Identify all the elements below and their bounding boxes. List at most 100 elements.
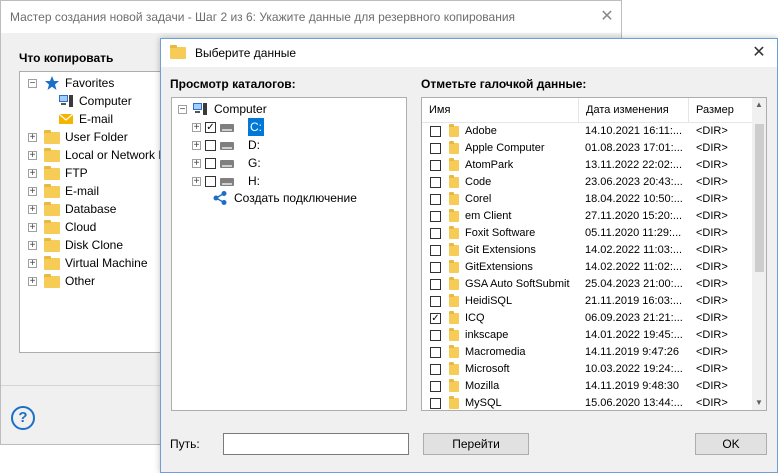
item-size: <DIR>: [696, 380, 728, 392]
scrollbar-thumb[interactable]: [755, 124, 764, 272]
folder-icon: [449, 124, 459, 137]
item-date: 23.06.2023 20:43:...: [585, 176, 683, 188]
create-connection-link[interactable]: Создать подключение: [234, 189, 357, 207]
column-modified[interactable]: Дата изменения: [579, 98, 689, 122]
source-tree-item[interactable]: Database: [65, 200, 116, 218]
source-tree-item[interactable]: Disk Clone: [65, 236, 123, 254]
item-checkbox[interactable]: [430, 160, 441, 171]
item-checkbox[interactable]: [430, 194, 441, 205]
list-item[interactable]: inkscape 14.01.2022 19:45:... <DIR>: [422, 327, 752, 344]
source-tree-item[interactable]: Other: [65, 272, 95, 290]
item-checkbox[interactable]: ✓: [430, 313, 441, 324]
item-checkbox[interactable]: [430, 211, 441, 222]
item-checkbox[interactable]: [430, 228, 441, 239]
item-size: <DIR>: [696, 159, 728, 171]
drive-checkbox[interactable]: [205, 176, 216, 187]
source-tree-item[interactable]: FTP: [65, 164, 88, 182]
directory-tree[interactable]: − Computer Создать подключение + ✓ C: + D: + G…: [171, 97, 407, 411]
list-item[interactable]: em Client 27.11.2020 15:20:... <DIR>: [422, 208, 752, 225]
help-icon[interactable]: ?: [11, 406, 35, 430]
expander-icon[interactable]: −: [28, 79, 37, 89]
drive-item[interactable]: G:: [248, 154, 261, 172]
drive-checkbox[interactable]: [205, 140, 216, 151]
list-item[interactable]: Adobe 14.10.2021 16:11:... <DIR>: [422, 123, 752, 140]
expander-icon[interactable]: +: [192, 123, 201, 133]
what-to-copy-label: Что копировать: [19, 51, 114, 65]
item-name: Mozilla: [465, 380, 500, 392]
list-item[interactable]: Foxit Software 05.11.2020 11:29:... <DIR>: [422, 225, 752, 242]
item-checkbox[interactable]: [430, 177, 441, 188]
collapse-icon[interactable]: −: [178, 105, 187, 115]
item-date: 14.11.2019 9:48:30: [585, 380, 679, 392]
list-item[interactable]: Corel 18.04.2022 10:50:... <DIR>: [422, 191, 752, 208]
source-tree-item[interactable]: Cloud: [65, 218, 96, 236]
dialog-titlebar: Выберите данные ✕: [161, 39, 777, 67]
expander-icon[interactable]: +: [192, 159, 201, 169]
source-tree-item[interactable]: E-mail: [79, 110, 113, 128]
tree-root-computer[interactable]: Computer: [214, 100, 267, 118]
expander-icon[interactable]: +: [192, 177, 201, 187]
expander-icon[interactable]: +: [28, 241, 37, 251]
ok-button[interactable]: OK: [695, 433, 767, 455]
list-item[interactable]: GSA Auto SoftSubmit 25.04.2023 21:00:... <…: [422, 276, 752, 293]
drive-checkbox[interactable]: [205, 158, 216, 169]
list-item[interactable]: ✓ ICQ 06.09.2023 21:21:... <DIR>: [422, 310, 752, 327]
expander-icon[interactable]: +: [28, 133, 37, 143]
expander-icon[interactable]: +: [28, 169, 37, 179]
expander-icon[interactable]: +: [192, 141, 201, 151]
source-tree-item[interactable]: User Folder: [65, 128, 128, 146]
source-tree[interactable]: − Favorites Computer E-mail + User Folder + Loc…: [19, 71, 163, 353]
scroll-up-icon[interactable]: ▲: [752, 98, 766, 112]
item-checkbox[interactable]: [430, 364, 441, 375]
item-checkbox[interactable]: [430, 143, 441, 154]
list-item[interactable]: Mozilla 14.11.2019 9:48:30 <DIR>: [422, 378, 752, 395]
column-name[interactable]: Имя: [422, 98, 579, 122]
file-list[interactable]: Имя Дата изменения Размер Adobe 14.10.202…: [421, 97, 767, 411]
dialog-close-icon[interactable]: ✕: [749, 43, 769, 63]
source-tree-item[interactable]: Favorites: [65, 74, 114, 92]
list-item[interactable]: Git Extensions 14.02.2022 11:03:... <DIR>: [422, 242, 752, 259]
item-checkbox[interactable]: [430, 245, 441, 256]
item-date: 05.11.2020 11:29:...: [585, 227, 682, 239]
item-checkbox[interactable]: [430, 262, 441, 273]
column-size[interactable]: Размер: [689, 98, 752, 122]
item-checkbox[interactable]: [430, 347, 441, 358]
go-button[interactable]: Перейти: [423, 433, 529, 455]
list-item[interactable]: Macromedia 14.11.2019 9:47:26 <DIR>: [422, 344, 752, 361]
expander-icon[interactable]: +: [28, 151, 37, 161]
expander-icon[interactable]: +: [28, 205, 37, 215]
folder-icon: [44, 220, 60, 234]
item-checkbox[interactable]: [430, 126, 441, 137]
wizard-title: Мастер создания новой задачи - Шаг 2 из …: [10, 10, 516, 24]
wizard-close-icon[interactable]: ✕: [597, 7, 617, 27]
item-checkbox[interactable]: [430, 381, 441, 392]
source-tree-item[interactable]: Virtual Machine: [65, 254, 148, 272]
expander-icon[interactable]: +: [28, 187, 37, 197]
list-item[interactable]: Apple Computer 01.08.2023 17:01:... <DIR>: [422, 140, 752, 157]
source-tree-item[interactable]: E-mail: [65, 182, 99, 200]
list-item[interactable]: GitExtensions 14.02.2022 11:02:... <DIR>: [422, 259, 752, 276]
list-item[interactable]: Microsoft 10.03.2022 19:24:... <DIR>: [422, 361, 752, 378]
expander-icon[interactable]: +: [28, 277, 37, 287]
list-item[interactable]: AtomPark 13.11.2022 22:02:... <DIR>: [422, 157, 752, 174]
list-item[interactable]: Code 23.06.2023 20:43:... <DIR>: [422, 174, 752, 191]
drive-item[interactable]: C:: [248, 118, 264, 136]
item-checkbox[interactable]: [430, 279, 441, 290]
expander-icon[interactable]: +: [28, 223, 37, 233]
item-date: 25.04.2023 21:00:...: [585, 278, 683, 290]
expander-icon[interactable]: +: [28, 259, 37, 269]
item-date: 18.04.2022 10:50:...: [585, 193, 683, 205]
item-checkbox[interactable]: [430, 330, 441, 341]
item-checkbox[interactable]: [430, 296, 441, 307]
item-name: Corel: [465, 193, 492, 205]
drive-checkbox[interactable]: ✓: [205, 122, 216, 133]
list-item[interactable]: HeidiSQL 21.11.2019 16:03:... <DIR>: [422, 293, 752, 310]
drive-item[interactable]: D:: [248, 136, 260, 154]
source-tree-item[interactable]: Computer: [79, 92, 132, 110]
path-input[interactable]: [223, 433, 409, 455]
scroll-down-icon[interactable]: ▼: [752, 396, 766, 410]
drive-item[interactable]: H:: [248, 172, 260, 190]
source-tree-item[interactable]: Local or Network D: [65, 146, 162, 164]
item-checkbox[interactable]: [430, 398, 441, 409]
list-item[interactable]: MySQL 15.06.2020 13:44:... <DIR>: [422, 395, 752, 410]
